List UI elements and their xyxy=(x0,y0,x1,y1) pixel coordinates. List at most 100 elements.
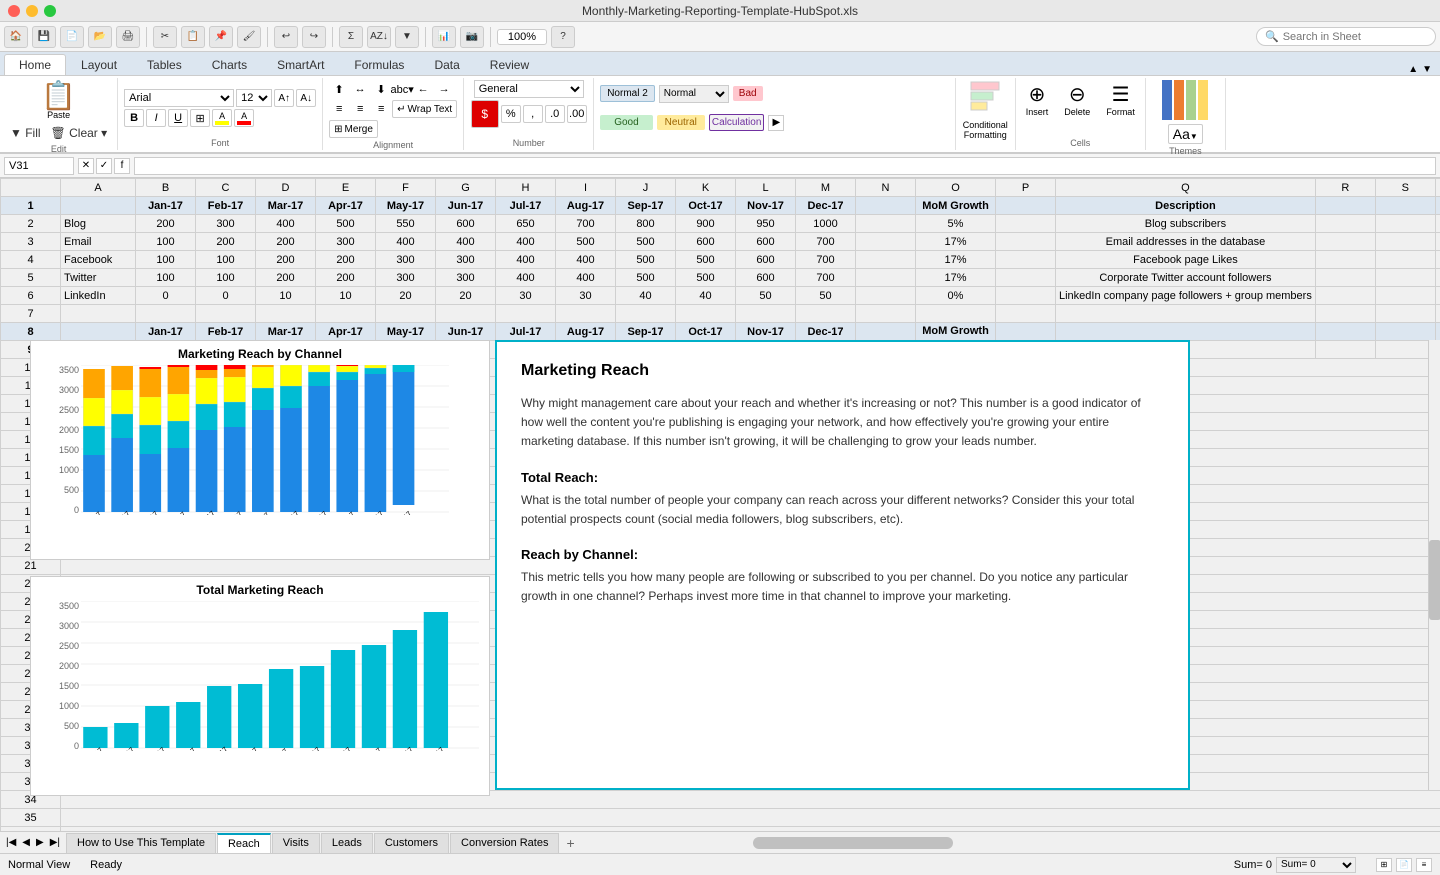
cell-B4[interactable]: 100 xyxy=(136,251,196,269)
confirm-formula-button[interactable]: ✓ xyxy=(96,158,112,174)
cell-B8[interactable]: Jan-17 xyxy=(136,323,196,341)
cell-Q1[interactable]: Description xyxy=(1056,197,1316,215)
cell-E1[interactable]: Apr-17 xyxy=(316,197,376,215)
cell-B6[interactable]: 0 xyxy=(136,287,196,305)
cell-I3[interactable]: 500 xyxy=(556,233,616,251)
col-header-B[interactable]: B xyxy=(136,179,196,197)
indent-increase-button[interactable]: → xyxy=(434,80,454,98)
cell-S5[interactable] xyxy=(1375,269,1435,287)
cell-S8[interactable] xyxy=(1375,323,1435,341)
cell-M1[interactable]: Dec-17 xyxy=(796,197,856,215)
cell-F6[interactable]: 20 xyxy=(376,287,436,305)
cell-P5[interactable] xyxy=(996,269,1056,287)
cell-M4[interactable]: 700 xyxy=(796,251,856,269)
function-button[interactable]: f xyxy=(114,158,130,174)
cell-T7[interactable] xyxy=(1435,305,1440,323)
last-sheet-button[interactable]: ▶| xyxy=(48,837,62,848)
col-header-D[interactable]: D xyxy=(256,179,316,197)
copy-icon[interactable]: 📋 xyxy=(181,26,205,48)
cell-D5[interactable]: 200 xyxy=(256,269,316,287)
cell-H2[interactable]: 650 xyxy=(496,215,556,233)
cell-C8[interactable]: Feb-17 xyxy=(196,323,256,341)
help-icon[interactable]: ? xyxy=(551,26,575,48)
camera-icon[interactable]: 📷 xyxy=(460,26,484,48)
cell-N5[interactable] xyxy=(856,269,916,287)
first-sheet-button[interactable]: |◀ xyxy=(4,837,18,848)
normal2-style[interactable]: Normal 2 xyxy=(600,85,655,102)
cell-K5[interactable]: 500 xyxy=(676,269,736,287)
cell-J3[interactable]: 500 xyxy=(616,233,676,251)
cell-G6[interactable]: 20 xyxy=(436,287,496,305)
cell-T3[interactable] xyxy=(1435,233,1440,251)
underline-button[interactable]: U xyxy=(168,109,188,127)
cell-L8[interactable]: Nov-17 xyxy=(736,323,796,341)
cell-N8[interactable] xyxy=(856,323,916,341)
sheet-tab-conversion-rates[interactable]: Conversion Rates xyxy=(450,833,559,853)
col-header-C[interactable]: C xyxy=(196,179,256,197)
cell-P7[interactable] xyxy=(996,305,1056,323)
format-painter-icon[interactable]: 🖌 xyxy=(237,26,261,48)
cell-R6[interactable] xyxy=(1315,287,1375,305)
cell-Q4[interactable]: Facebook page Likes xyxy=(1056,251,1316,269)
align-middle-button[interactable]: ↔ xyxy=(350,80,370,98)
cell-M3[interactable]: 700 xyxy=(796,233,856,251)
col-header-T[interactable]: T xyxy=(1435,179,1440,197)
more-styles-button[interactable]: ▶ xyxy=(768,115,784,131)
col-header-I[interactable]: I xyxy=(556,179,616,197)
formula-input[interactable] xyxy=(134,157,1436,175)
decrease-font-button[interactable]: A↓ xyxy=(296,89,316,107)
save-icon[interactable]: 💾 xyxy=(32,26,56,48)
cell-A3[interactable]: Email xyxy=(61,233,136,251)
cell-T5[interactable] xyxy=(1435,269,1440,287)
cell-R9[interactable] xyxy=(1315,341,1375,359)
cell-C4[interactable]: 100 xyxy=(196,251,256,269)
cell-S6[interactable] xyxy=(1375,287,1435,305)
cell-N2[interactable] xyxy=(856,215,916,233)
cell-K3[interactable]: 600 xyxy=(676,233,736,251)
col-header-O[interactable]: O xyxy=(916,179,996,197)
cell-S2[interactable] xyxy=(1375,215,1435,233)
format-button[interactable]: ☰ Format xyxy=(1102,80,1139,119)
cell-H8[interactable]: Jul-17 xyxy=(496,323,556,341)
sheet-tab-reach[interactable]: Reach xyxy=(217,833,271,853)
text-direction-button[interactable]: abc▾ xyxy=(392,80,412,98)
percent-button[interactable]: % xyxy=(501,105,521,123)
cell-O2[interactable]: 5% xyxy=(916,215,996,233)
cell-E8[interactable]: Apr-17 xyxy=(316,323,376,341)
cell-C7[interactable] xyxy=(196,305,256,323)
cell-E2[interactable]: 500 xyxy=(316,215,376,233)
delete-button[interactable]: ⊖ Delete xyxy=(1060,80,1094,119)
comma-button[interactable]: , xyxy=(523,105,543,123)
cell-I5[interactable]: 400 xyxy=(556,269,616,287)
cell-E6[interactable]: 10 xyxy=(316,287,376,305)
cell-I8[interactable]: Aug-17 xyxy=(556,323,616,341)
vertical-scrollbar[interactable] xyxy=(1428,340,1440,790)
wrap-text-button[interactable]: ↵ Wrap Text xyxy=(392,100,457,118)
cell-C2[interactable]: 300 xyxy=(196,215,256,233)
cell-Q3[interactable]: Email addresses in the database xyxy=(1056,233,1316,251)
cell-L5[interactable]: 600 xyxy=(736,269,796,287)
cell-J7[interactable] xyxy=(616,305,676,323)
align-top-button[interactable]: ⬆ xyxy=(329,80,349,98)
cell-P3[interactable] xyxy=(996,233,1056,251)
cell-A8[interactable] xyxy=(61,323,136,341)
cell-S9[interactable] xyxy=(1375,341,1435,359)
col-header-K[interactable]: K xyxy=(676,179,736,197)
cancel-formula-button[interactable]: ✕ xyxy=(78,158,94,174)
cell-O7[interactable] xyxy=(916,305,996,323)
cell-O1[interactable]: MoM Growth xyxy=(916,197,996,215)
print-icon[interactable]: 🖨 xyxy=(116,26,140,48)
indent-decrease-button[interactable]: ← xyxy=(413,80,433,98)
bold-button[interactable]: B xyxy=(124,109,144,127)
tab-layout[interactable]: Layout xyxy=(66,54,132,75)
cell-Q6[interactable]: LinkedIn company page followers + group … xyxy=(1056,287,1316,305)
cell-B7[interactable] xyxy=(136,305,196,323)
sum-icon[interactable]: Σ xyxy=(339,26,363,48)
cell-M7[interactable] xyxy=(796,305,856,323)
cell-T6[interactable] xyxy=(1435,287,1440,305)
chevron-up-icon[interactable]: ▲ xyxy=(1408,64,1418,75)
col-header-Q[interactable]: Q xyxy=(1056,179,1316,197)
cell-D4[interactable]: 200 xyxy=(256,251,316,269)
themes-font-button[interactable]: Aa▼ xyxy=(1168,124,1203,144)
tab-smartart[interactable]: SmartArt xyxy=(262,54,339,75)
